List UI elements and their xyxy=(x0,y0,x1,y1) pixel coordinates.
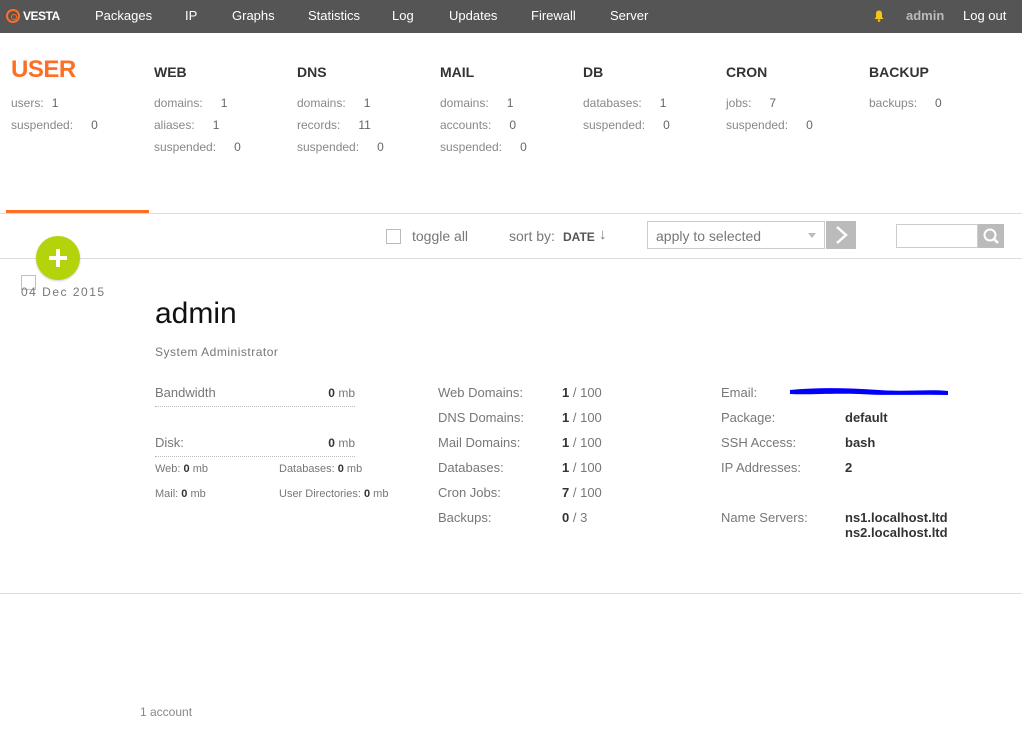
summary-stat: suspended: 0 xyxy=(583,118,670,132)
bandwidth-label: Bandwidth xyxy=(155,385,216,400)
limit-value: 7 / 100 xyxy=(562,485,602,500)
summary-stat: aliases: 1 xyxy=(154,118,220,132)
divider xyxy=(0,213,1022,214)
divider xyxy=(0,593,1022,594)
nav-packages[interactable]: Packages xyxy=(95,0,152,33)
bulk-action-select[interactable]: apply to selected xyxy=(647,221,825,249)
summary-stat: domains: 1 xyxy=(297,96,371,110)
notification-bell-icon[interactable] xyxy=(874,10,884,22)
dotted-divider xyxy=(155,456,355,457)
summary-stat: accounts: 0 xyxy=(440,118,517,132)
summary-stat: domains: 1 xyxy=(154,96,228,110)
record-date: 04 Dec 2015 xyxy=(21,285,106,299)
summary-web-title: WEB xyxy=(154,64,187,80)
summary-stat: users: 1 xyxy=(11,96,59,110)
nav-ip[interactable]: IP xyxy=(185,0,197,33)
chevron-down-icon xyxy=(808,233,816,238)
toggle-all-checkbox[interactable] xyxy=(386,229,401,244)
name-server-1: ns1.localhost.ltd xyxy=(845,510,948,525)
summary-stat: backups: 0 xyxy=(869,96,942,110)
email-redaction xyxy=(790,388,948,395)
bandwidth-value: 0 mb xyxy=(328,386,355,400)
limit-value: 1 / 100 xyxy=(562,435,602,450)
email-label: Email: xyxy=(721,385,758,400)
limit-value: 0 / 3 xyxy=(562,510,588,525)
record-role: System Administrator xyxy=(155,345,279,359)
limit-value: 1 / 100 xyxy=(562,385,602,400)
toggle-all-label[interactable]: toggle all xyxy=(412,228,468,244)
divider xyxy=(0,258,1022,259)
summary-stat: suspended: 0 xyxy=(154,140,241,154)
summary-mail-title: MAIL xyxy=(440,64,475,80)
summary-stat: suspended: 0 xyxy=(297,140,384,154)
record-username: admin xyxy=(155,297,237,330)
name-servers-label: Name Servers: xyxy=(721,510,808,525)
summary-db-title: DB xyxy=(583,64,604,80)
limit-label: Backups: xyxy=(438,510,492,525)
disk-user-dirs-usage: User Directories: 0 mb xyxy=(279,488,389,500)
current-user-link[interactable]: admin xyxy=(906,0,944,31)
vesta-logo[interactable]: VESTA xyxy=(6,7,60,25)
limit-value: 1 / 100 xyxy=(562,460,602,475)
package-value: default xyxy=(845,410,888,425)
summary-stat: databases: 1 xyxy=(583,96,667,110)
top-navigation-bar: VESTA Packages IP Graphs Statistics Log … xyxy=(0,0,1022,33)
apply-button[interactable] xyxy=(826,221,856,249)
logout-link[interactable]: Log out xyxy=(963,0,1006,31)
nav-updates[interactable]: Updates xyxy=(449,0,497,33)
bulk-action-placeholder: apply to selected xyxy=(656,228,762,244)
limit-value: 1 / 100 xyxy=(562,410,602,425)
summary-backup-title: BACKUP xyxy=(869,64,929,80)
summary-stat: suspended: 0 xyxy=(11,118,98,132)
disk-value: 0 mb xyxy=(328,436,355,450)
nav-log[interactable]: Log xyxy=(392,0,414,33)
nav-graphs[interactable]: Graphs xyxy=(232,0,275,33)
summary-stat: jobs: 7 xyxy=(726,96,777,110)
disk-databases-usage: Databases: 0 mb xyxy=(279,463,363,475)
account-count: 1 account xyxy=(140,705,193,719)
nav-statistics[interactable]: Statistics xyxy=(308,0,360,33)
sort-by-label: sort by: xyxy=(509,228,555,244)
search-input[interactable] xyxy=(896,224,978,248)
vesta-logo-icon xyxy=(6,9,20,23)
nav-firewall[interactable]: Firewall xyxy=(531,0,576,33)
limit-label: Web Domains: xyxy=(438,385,524,400)
limit-label: Mail Domains: xyxy=(438,435,521,450)
search-icon xyxy=(983,228,999,244)
summary-stat: suspended: 0 xyxy=(726,118,813,132)
sort-by-value[interactable]: DATE xyxy=(563,230,595,244)
sort-direction-icon[interactable]: ↓ xyxy=(599,226,607,243)
ip-addresses-label: IP Addresses: xyxy=(721,460,801,475)
limit-label: Cron Jobs: xyxy=(438,485,501,500)
limit-label: Databases: xyxy=(438,460,504,475)
ssh-access-value: bash xyxy=(845,435,876,450)
summary-user-title: USER xyxy=(11,56,76,83)
dotted-divider xyxy=(155,406,355,407)
summary-stat: suspended: 0 xyxy=(440,140,527,154)
package-label: Package: xyxy=(721,410,776,425)
name-server-2: ns2.localhost.ltd xyxy=(845,525,948,540)
ip-addresses-value: 2 xyxy=(845,460,853,475)
summary-stat: domains: 1 xyxy=(440,96,514,110)
limit-label: DNS Domains: xyxy=(438,410,524,425)
disk-label: Disk: xyxy=(155,435,184,450)
search-button[interactable] xyxy=(978,224,1004,248)
disk-mail-usage: Mail: 0 mb xyxy=(155,488,206,500)
summary-cron-title: CRON xyxy=(726,64,768,80)
ssh-access-label: SSH Access: xyxy=(721,435,797,450)
nav-server[interactable]: Server xyxy=(610,0,648,33)
logo-text: VESTA xyxy=(23,9,60,23)
chevron-right-icon xyxy=(836,226,848,244)
disk-web-usage: Web: 0 mb xyxy=(155,463,209,475)
add-user-button[interactable] xyxy=(36,236,80,280)
summary-stat: records: 11 xyxy=(297,118,371,132)
summary-dns-title: DNS xyxy=(297,64,327,80)
